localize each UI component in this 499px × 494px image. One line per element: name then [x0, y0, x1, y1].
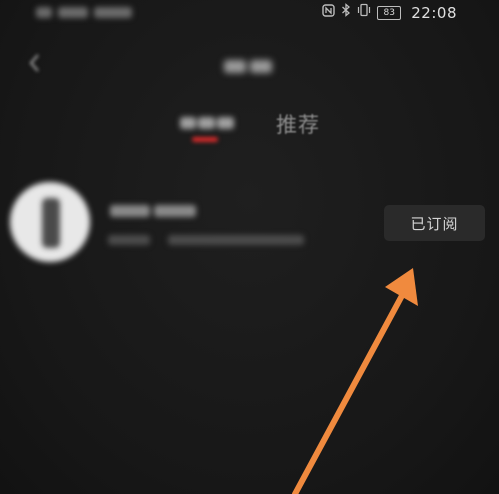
- microphone-icon: [42, 198, 60, 248]
- battery-icon: 83: [377, 6, 402, 20]
- app-screen: 83 22:08 推荐 已订阅: [0, 0, 499, 494]
- tab-subscribed-label-blurred: [178, 115, 236, 131]
- battery-level: 83: [383, 8, 395, 18]
- back-button[interactable]: [24, 50, 46, 76]
- subscribed-button[interactable]: 已订阅: [384, 205, 485, 241]
- page-title-blurred: [218, 52, 278, 80]
- podcast-description-blurred: [108, 231, 306, 249]
- bluetooth-icon: [341, 3, 351, 23]
- nfc-icon: [322, 3, 335, 23]
- status-time: 22:08: [411, 4, 457, 22]
- status-bar: 83 22:08: [0, 0, 499, 26]
- status-icons: 83 22:08: [322, 3, 457, 23]
- tab-recommend[interactable]: 推荐: [276, 109, 320, 139]
- vibrate-icon: [357, 3, 371, 23]
- chevron-left-icon: [29, 54, 39, 72]
- status-carrier-blurred: [36, 4, 134, 20]
- tab-active-indicator: [192, 137, 218, 142]
- podcast-title-blurred: [110, 202, 200, 220]
- subscription-list-item[interactable]: 已订阅: [0, 176, 499, 276]
